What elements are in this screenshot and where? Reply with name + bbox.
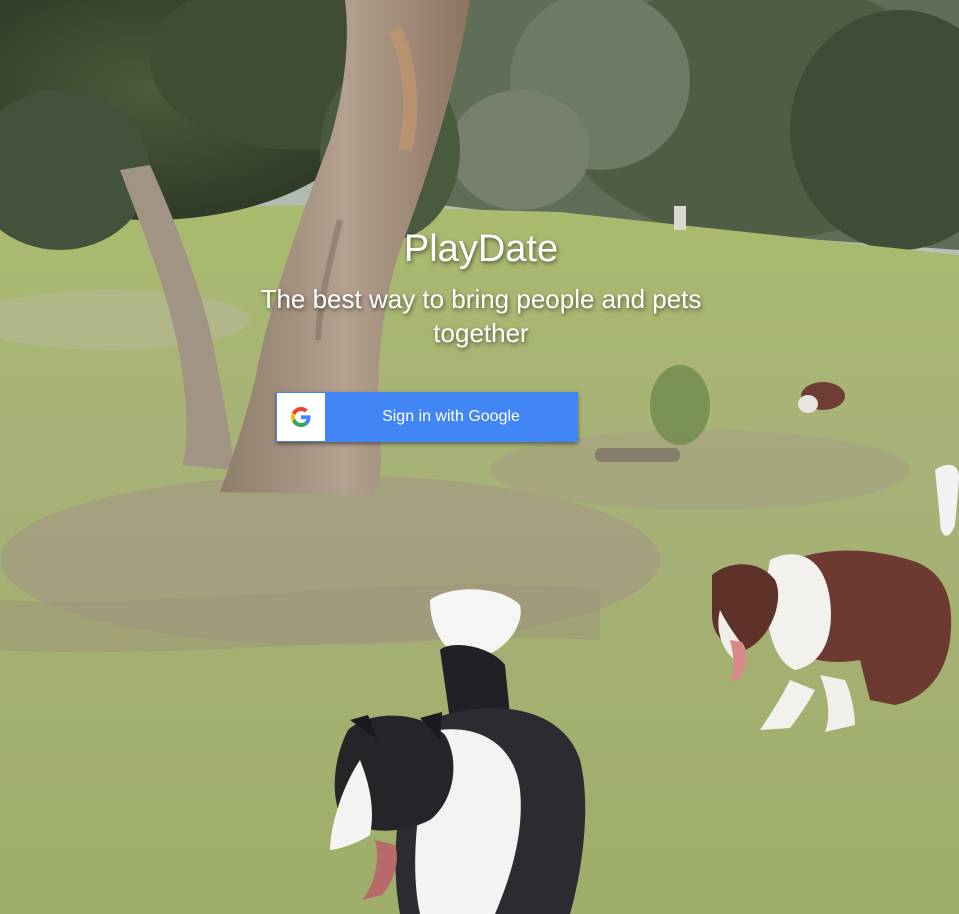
google-g-icon xyxy=(291,407,311,427)
app-tagline: The best way to bring people and pets to… xyxy=(260,284,702,348)
google-icon-container xyxy=(277,393,325,441)
sign-in-button-label: Sign in with Google xyxy=(382,408,520,425)
landing-page: PlayDate The best way to bring people an… xyxy=(0,0,959,914)
app-title: PlayDate xyxy=(403,228,559,270)
background-photo-park-dogs xyxy=(0,0,959,914)
sign-in-with-google-button[interactable]: Sign in with Google xyxy=(276,392,578,442)
